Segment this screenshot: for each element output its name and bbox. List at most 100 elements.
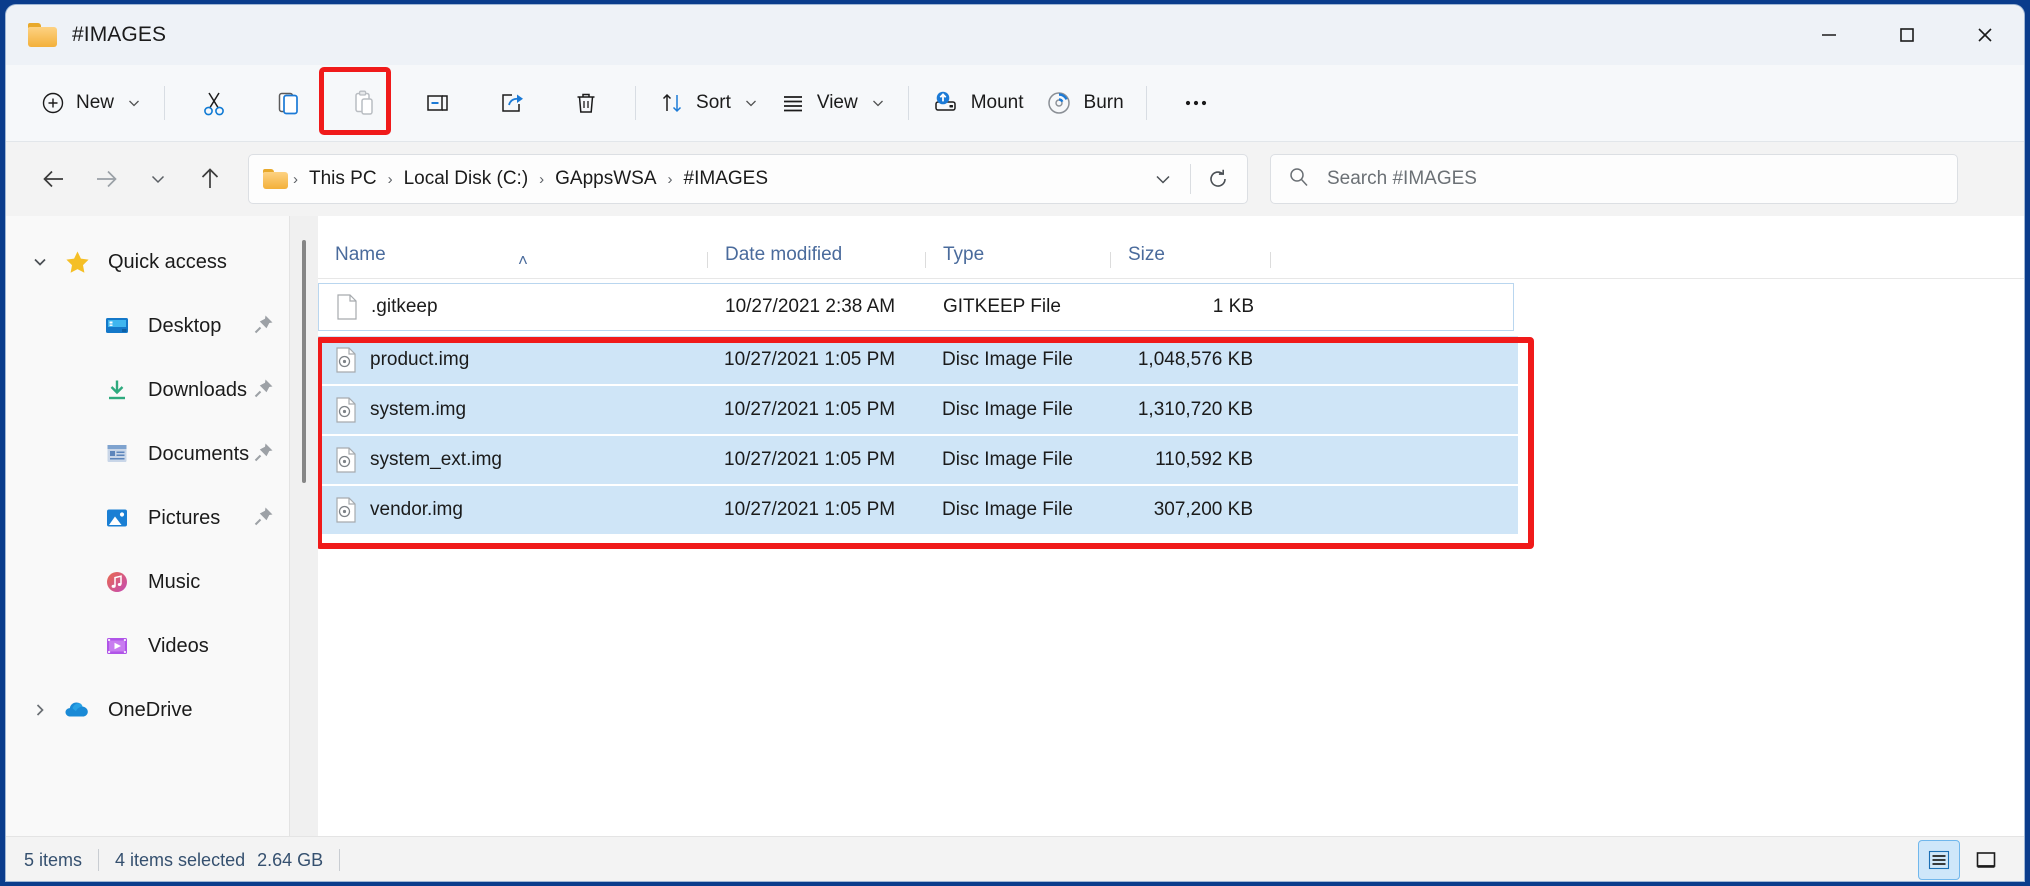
file-type-cell: Disc Image File bbox=[942, 399, 1073, 420]
table-row[interactable]: .gitkeep 10/27/2021 2:38 AM GITKEEP File… bbox=[318, 283, 1514, 331]
chevron-down-icon bbox=[126, 95, 142, 111]
minimize-button[interactable] bbox=[1790, 5, 1868, 65]
column-header-type[interactable]: Type bbox=[926, 244, 1111, 278]
column-header-label: Date modified bbox=[725, 244, 843, 265]
file-list-scrollbar[interactable] bbox=[290, 216, 318, 836]
file-rows: .gitkeep 10/27/2021 2:38 AM GITKEEP File… bbox=[318, 283, 2024, 549]
pin-icon[interactable] bbox=[253, 505, 275, 532]
share-button[interactable] bbox=[475, 76, 549, 130]
close-button[interactable] bbox=[1946, 5, 2024, 65]
recent-locations-button[interactable] bbox=[132, 153, 184, 205]
sidebar-item-music[interactable]: Music bbox=[6, 550, 289, 614]
rename-button[interactable] bbox=[401, 76, 475, 130]
details-view-button[interactable] bbox=[1918, 840, 1960, 880]
refresh-button[interactable] bbox=[1195, 156, 1241, 202]
sidebar-item-pictures[interactable]: Pictures bbox=[6, 486, 289, 550]
column-divider[interactable] bbox=[1270, 252, 1271, 268]
pin-icon[interactable] bbox=[253, 441, 275, 468]
blank-file-icon bbox=[336, 294, 358, 320]
status-divider bbox=[339, 849, 341, 871]
file-name-text: system.img bbox=[370, 399, 467, 420]
file-date-cell: 10/27/2021 1:05 PM bbox=[724, 449, 896, 470]
column-header-name[interactable]: Name ˄ bbox=[318, 244, 708, 278]
back-button[interactable] bbox=[28, 153, 80, 205]
large-icons-view-button[interactable] bbox=[1966, 841, 2006, 879]
see-more-button[interactable] bbox=[1159, 76, 1233, 130]
previous-locations-button[interactable] bbox=[1140, 156, 1186, 202]
disc-image-icon bbox=[335, 347, 357, 373]
selection-count: 4 items selected bbox=[115, 849, 246, 870]
column-header-label: Name bbox=[335, 244, 386, 265]
delete-button[interactable] bbox=[549, 76, 623, 130]
chevron-down-icon bbox=[743, 95, 759, 111]
file-size-cell: 1 KB bbox=[1212, 296, 1254, 317]
sidebar-item-downloads[interactable]: Downloads bbox=[6, 358, 289, 422]
window-tab[interactable]: #IMAGES bbox=[6, 5, 166, 65]
pin-icon[interactable] bbox=[253, 377, 275, 404]
column-header-size[interactable]: Size bbox=[1111, 244, 1271, 278]
view-button[interactable]: View bbox=[769, 76, 896, 130]
chevron-down-icon[interactable] bbox=[20, 252, 60, 272]
column-header-label: Size bbox=[1128, 244, 1165, 265]
file-type-cell: Disc Image File bbox=[942, 449, 1073, 470]
address-divider bbox=[1190, 164, 1191, 194]
breadcrumb-gappswsa[interactable]: GAppsWSA bbox=[546, 162, 665, 196]
sort-button[interactable]: Sort bbox=[648, 76, 769, 130]
onedrive-icon bbox=[60, 696, 94, 724]
paste-button[interactable] bbox=[327, 76, 401, 130]
explorer-content: Quick access Desktop Downloads Documents… bbox=[6, 216, 2024, 836]
disc-image-icon bbox=[335, 447, 357, 473]
column-header-date-modified[interactable]: Date modified bbox=[708, 244, 926, 278]
mount-button-label: Mount bbox=[970, 92, 1024, 113]
folder-icon bbox=[28, 22, 58, 48]
sidebar-item-onedrive[interactable]: OneDrive bbox=[6, 678, 289, 742]
up-button[interactable] bbox=[184, 153, 236, 205]
breadcrumb-this-pc[interactable]: This PC bbox=[300, 162, 386, 196]
table-row[interactable]: product.img 10/27/2021 1:05 PM Disc Imag… bbox=[318, 336, 1518, 384]
file-date-cell: 10/27/2021 1:05 PM bbox=[724, 499, 896, 520]
file-size-cell: 307,200 KB bbox=[1153, 499, 1253, 520]
file-name-cell: .gitkeep bbox=[319, 294, 708, 320]
pin-icon[interactable] bbox=[253, 313, 275, 340]
new-button[interactable]: New bbox=[30, 76, 152, 130]
search-input[interactable] bbox=[1325, 167, 1941, 191]
breadcrumb-images[interactable]: #IMAGES bbox=[675, 162, 777, 196]
search-box[interactable] bbox=[1270, 154, 1958, 204]
breadcrumb-local-disk[interactable]: Local Disk (C:) bbox=[395, 162, 538, 196]
cut-button[interactable] bbox=[177, 76, 251, 130]
scrollbar-thumb[interactable] bbox=[302, 240, 306, 483]
table-row[interactable]: system.img 10/27/2021 1:05 PM Disc Image… bbox=[318, 386, 1518, 434]
file-date-cell: 10/27/2021 1:05 PM bbox=[724, 399, 896, 420]
maximize-button[interactable] bbox=[1868, 5, 1946, 65]
table-row[interactable]: system_ext.img 10/27/2021 1:05 PM Disc I… bbox=[318, 436, 1518, 484]
videos-icon bbox=[100, 633, 134, 659]
toolbar-separator bbox=[164, 86, 166, 120]
address-breadcrumb-bar[interactable]: › This PC › Local Disk (C:) › GAppsWSA ›… bbox=[248, 154, 1248, 204]
status-bar: 5 items 4 items selected 2.64 GB bbox=[6, 836, 2024, 881]
file-date-cell: 10/27/2021 1:05 PM bbox=[724, 349, 896, 370]
file-name-cell: system_ext.img bbox=[318, 447, 707, 473]
breadcrumb-separator: › bbox=[539, 170, 545, 188]
file-size-cell: 110,592 KB bbox=[1155, 449, 1253, 470]
sidebar-item-quick-access[interactable]: Quick access bbox=[6, 230, 289, 294]
toolbar-separator bbox=[635, 86, 637, 120]
command-bar: New Sort View Mount Burn bbox=[6, 65, 2024, 142]
chevron-right-icon[interactable] bbox=[20, 700, 60, 720]
sort-ascending-icon: ˄ bbox=[518, 251, 528, 270]
view-button-label: View bbox=[816, 92, 858, 113]
file-name-text: .gitkeep bbox=[371, 296, 438, 317]
item-count: 5 items bbox=[24, 849, 83, 870]
disc-image-icon bbox=[335, 397, 357, 423]
mount-button[interactable]: Mount bbox=[921, 76, 1034, 130]
breadcrumb-separator: › bbox=[387, 170, 393, 188]
table-row[interactable]: vendor.img 10/27/2021 1:05 PM Disc Image… bbox=[318, 486, 1518, 534]
burn-button[interactable]: Burn bbox=[1034, 76, 1134, 130]
copy-button[interactable] bbox=[251, 76, 325, 130]
pictures-icon bbox=[100, 505, 134, 531]
downloads-icon bbox=[100, 377, 134, 403]
forward-button[interactable] bbox=[80, 153, 132, 205]
sidebar-item-desktop[interactable]: Desktop bbox=[6, 294, 289, 358]
file-type-cell: GITKEEP File bbox=[943, 296, 1061, 317]
sidebar-item-videos[interactable]: Videos bbox=[6, 614, 289, 678]
sidebar-item-documents[interactable]: Documents bbox=[6, 422, 289, 486]
